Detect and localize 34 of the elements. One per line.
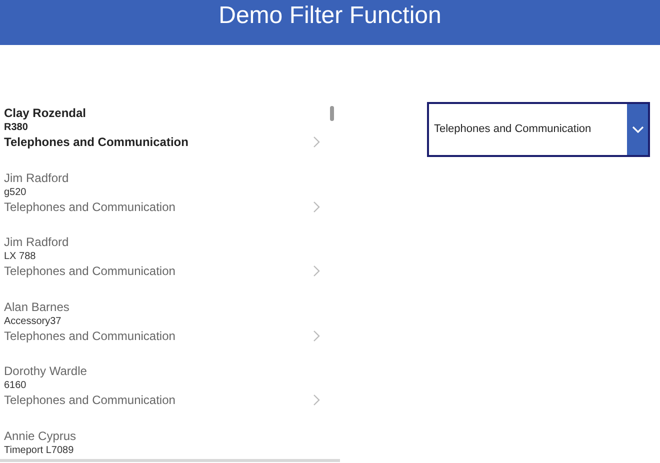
dropdown-toggle[interactable] (627, 104, 648, 155)
dropdown-value: Telephones and Communication (433, 122, 592, 138)
chevron-right-icon[interactable] (313, 265, 320, 278)
product-name: 6160 (4, 379, 28, 393)
customer-name: Jim Radford (4, 235, 70, 250)
product-name: R380 (4, 121, 29, 135)
category-name: Telephones and Communication (4, 200, 176, 214)
gallery-item[interactable]: Annie Cyprus Timeport L7089 (0, 426, 340, 459)
category-name: Telephones and Communication (4, 393, 176, 408)
filter-dropdown[interactable]: Telephones and Communication (427, 102, 650, 157)
product-name: Accessory37 (4, 314, 62, 328)
product-name: Timeport L7089 (4, 444, 75, 458)
customer-name: Alan Barnes (4, 300, 70, 314)
gallery-item[interactable]: Jim Radford g520 Telephones and Communication (0, 168, 340, 233)
gallery-item[interactable]: Dorothy Wardle 6160 Telephones and Communication (0, 362, 340, 426)
product-name: LX 788 (4, 250, 37, 264)
customer-name: Dorothy Wardle (4, 364, 88, 379)
gallery-item[interactable]: Clay Rozendal R380 Telephones and Communication (0, 104, 340, 168)
category-name: Telephones and Communication (4, 328, 176, 344)
chevron-right-icon[interactable] (313, 330, 320, 342)
chevron-right-icon[interactable] (313, 200, 320, 213)
chevron-down-icon (632, 126, 644, 133)
category-name: Telephones and Communication (4, 135, 188, 150)
customer-name: Jim Radford (4, 170, 70, 186)
chevron-right-icon[interactable] (313, 394, 320, 406)
gallery-item[interactable]: Jim Radford LX 788 Telephones and Communication (0, 233, 340, 298)
chevron-right-icon[interactable] (313, 136, 320, 148)
gallery-item[interactable]: Alan Barnes Accessory37 Telephones and Communication (0, 298, 340, 362)
customer-name: Annie Cyprus (4, 428, 76, 444)
page-title: Demo Filter Function (218, 1, 442, 31)
category-name: Telephones and Communication (4, 264, 176, 279)
scrollbar-thumb[interactable] (330, 106, 334, 121)
product-name: g520 (4, 186, 28, 200)
customer-name: Clay Rozendal (4, 106, 88, 121)
